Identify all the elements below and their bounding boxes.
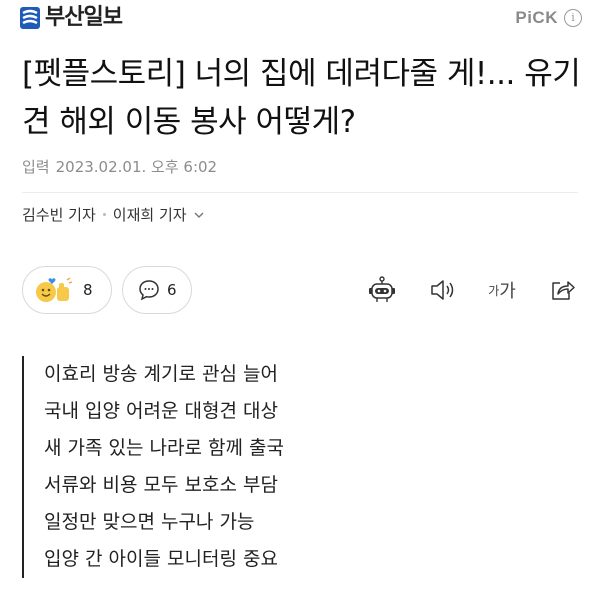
font-small-glyph: 가 bbox=[488, 283, 500, 298]
summary-bot-button[interactable] bbox=[364, 272, 400, 308]
pick-label: PiCK bbox=[515, 8, 558, 27]
speaker-icon bbox=[431, 280, 454, 300]
font-large-glyph: 가 bbox=[499, 281, 516, 302]
reaction-count: 8 bbox=[83, 281, 93, 299]
reaction-emoji-icon bbox=[36, 277, 73, 302]
share-button[interactable] bbox=[544, 272, 580, 308]
summary-line: 일정만 맞으면 누구나 가능 bbox=[44, 511, 255, 533]
summary-line: 새 가족 있는 나라로 함께 출국 bbox=[44, 437, 284, 459]
comment-icon bbox=[139, 280, 159, 301]
robot-icon bbox=[369, 276, 395, 302]
date-value: 2023.02.01. 오후 6:02 bbox=[55, 158, 218, 176]
comment-button[interactable]: 6 bbox=[122, 266, 192, 314]
pick-badge[interactable]: PiCK i bbox=[515, 8, 582, 28]
author-bylines[interactable]: 김수빈 기자 이재희 기자 bbox=[22, 204, 205, 225]
article-summary: 이효리 방송 계기로 관심 늘어 국내 입양 어려운 대형견 대상 새 가족 있… bbox=[22, 356, 284, 578]
share-icon bbox=[552, 281, 575, 300]
summary-line: 서류와 비용 모두 보호소 부담 bbox=[44, 474, 278, 496]
info-icon[interactable]: i bbox=[564, 9, 582, 27]
article-headline: [펫플스토리] 너의 집에 데려다줄 게!... 유기견 해외 이동 봉사 어떻… bbox=[22, 56, 581, 140]
logo-text: 부산일보 bbox=[45, 5, 123, 30]
reaction-button[interactable]: 8 bbox=[22, 266, 112, 314]
article-dateline: 입력 2023.02.01. 오후 6:02 bbox=[22, 156, 223, 177]
font-size-button[interactable]: 가가 bbox=[484, 272, 520, 308]
summary-line: 이효리 방송 계기로 관심 늘어 bbox=[44, 363, 278, 385]
separator-dot bbox=[102, 213, 106, 216]
author-name[interactable]: 이재희 기자 bbox=[113, 204, 187, 225]
article-tools: 가가 bbox=[340, 272, 580, 308]
comment-count: 6 bbox=[167, 281, 177, 299]
logo-mark-icon bbox=[20, 7, 40, 29]
summary-line: 입양 간 아이들 모니터링 중요 bbox=[44, 548, 278, 570]
summary-line: 국내 입양 어려운 대형견 대상 bbox=[44, 400, 278, 422]
site-logo[interactable]: 부산일보 bbox=[20, 5, 123, 30]
site-header: 부산일보 PiCK i bbox=[0, 0, 600, 40]
chevron-down-icon[interactable] bbox=[193, 209, 205, 221]
listen-button[interactable] bbox=[424, 272, 460, 308]
author-name[interactable]: 김수빈 기자 bbox=[22, 204, 96, 225]
date-label: 입력 bbox=[22, 158, 50, 176]
header-divider bbox=[22, 192, 578, 193]
